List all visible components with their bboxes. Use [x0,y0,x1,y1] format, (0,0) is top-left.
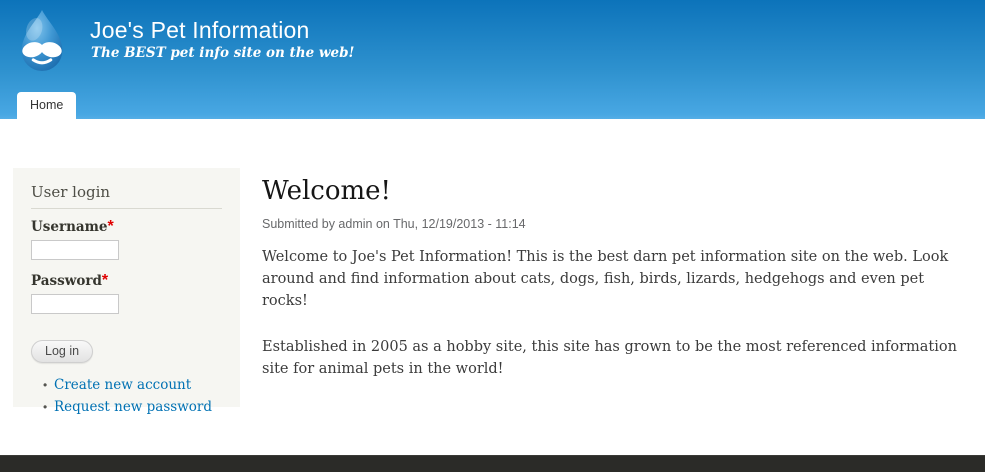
password-required-marker: * [101,272,109,289]
username-form-item: Username* [31,218,222,260]
page-title: Welcome! [262,176,392,206]
tab-home[interactable]: Home [17,92,77,119]
create-new-account-link[interactable]: Create new account [54,377,191,393]
password-form-item: Password* [31,272,222,314]
user-login-links: Create new account Request new password [31,376,222,416]
password-label: Password [31,273,102,289]
list-item: Create new account [43,376,222,394]
welcome-paragraph: Welcome to Joe's Pet Information! This i… [262,249,949,309]
site-slogan: The BEST pet info site on the web! [91,45,355,61]
list-item: Request new password [43,398,222,416]
log-in-button[interactable]: Log in [31,340,94,363]
main-menu-tabs: Home [17,92,77,119]
password-input[interactable] [31,294,119,314]
username-required-marker: * [107,218,114,235]
established-paragraph: Established in 2005 as a hobby site, thi… [262,339,957,377]
page: Joe's Pet Information The BEST pet info … [0,0,985,472]
footer [0,455,985,472]
user-login-block: User login Username* Password* Log in Cr… [13,168,240,416]
user-login-title: User login [31,183,222,209]
site-name-link[interactable]: Joe's Pet Information [90,17,310,44]
main-content: Welcome! Submitted by admin on Thu, 12/1… [262,176,962,380]
username-input[interactable] [31,240,119,260]
site-header: Joe's Pet Information The BEST pet info … [0,0,985,119]
username-label: Username [31,219,108,235]
druplicon-logo-icon[interactable] [11,7,73,73]
submitted-byline: Submitted by admin on Thu, 12/19/2013 - … [262,217,526,231]
request-new-password-link[interactable]: Request new password [54,399,212,415]
